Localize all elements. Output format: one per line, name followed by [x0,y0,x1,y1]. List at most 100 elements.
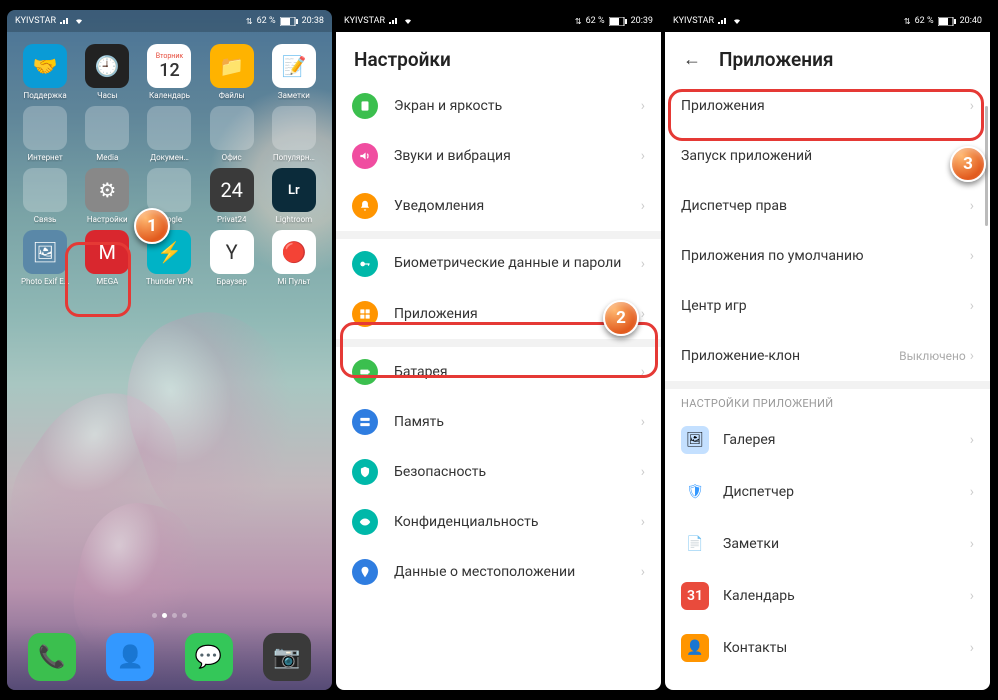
app-icon-Mi Пульт[interactable]: 🔴 Mi Пульт [264,230,324,286]
setting-row-shield[interactable]: Безопасность› [336,447,661,497]
phone-screenshot-1: KYIVSTAR ⇅62 %20:38 🤝Поддержка🕘ЧасыВторн… [7,10,332,690]
setting-row-location[interactable]: Данные о местоположении› [336,547,661,597]
app-glyph[interactable]: Вторник12 [147,44,191,88]
chevron-right-icon: › [970,588,974,604]
app-label: Thunder VPN [146,277,193,286]
app-glyph[interactable]: ⚙ [85,168,129,212]
wifi-icon [732,17,742,25]
contacts-app[interactable]: 👤 [106,633,154,681]
setting-row-key[interactable]: Биометрические данные и пароли› [336,239,661,289]
battery-percent: 62 % [586,16,605,26]
messages-app[interactable]: 💬 [185,633,233,681]
dot [172,613,177,618]
status-bar: KYIVSTAR ⇅62 %20:39 [336,10,661,32]
app-glyph[interactable] [23,106,67,150]
app-glyph[interactable]: 🔴 [272,230,316,274]
app-glyph[interactable]: 📝 [272,44,316,88]
app-glyph[interactable]: 🕘 [85,44,129,88]
chevron-right-icon: › [641,198,645,214]
app-icon-Браузер[interactable]: YБраузер [202,230,262,286]
status-bar: KYIVSTAR ⇅62 %20:40 [665,10,990,32]
row-label: Диспетчер [723,484,970,500]
app-setting-row[interactable]: Приложение-клонВыключено› [665,331,990,381]
app-icon-Media[interactable]: Media [77,106,137,162]
app-icon-Связь[interactable]: Связь [15,168,75,224]
battery-icon [609,17,627,26]
page-title: Настройки [336,32,661,81]
app-icon-Lightroom[interactable]: LrLightroom [264,168,324,224]
camera-app[interactable]: 📷 [263,633,311,681]
app-icon: 31 [681,582,709,610]
app-row[interactable]: 📄Заметки› [665,518,990,570]
chevron-right-icon: › [641,414,645,430]
app-icon-Файлы[interactable]: 📁 Файлы [202,44,262,100]
app-icon-Заметки[interactable]: 📝Заметки [264,44,324,100]
app-setting-row[interactable]: Диспетчер прав› [665,181,990,231]
setting-row-bell[interactable]: Уведомления› [336,181,661,231]
row-label: Память [394,414,641,430]
app-glyph[interactable] [210,106,254,150]
battery-percent: 62 % [257,16,276,26]
step-badge-2: 2 [603,300,639,336]
row-label: Уведомления [394,198,641,214]
app-icon-Офис[interactable]: Офис [202,106,262,162]
phone-app[interactable]: 📞 [28,633,76,681]
highlight-apps-submenu [668,89,984,141]
app-glyph[interactable]: Y [210,230,254,274]
app-setting-row[interactable]: Приложения по умолчанию› [665,231,990,281]
app-icon-Интернет[interactable]: Интернет [15,106,75,162]
apps-list[interactable]: Приложения›Запуск приложений›Диспетчер п… [665,81,990,690]
status-bar: KYIVSTAR ⇅62 %20:38 [7,10,332,32]
app-label: Докумен… [150,153,189,162]
app-glyph[interactable]: 🤝 [23,44,67,88]
app-row[interactable]: 🖼Галерея› [665,414,990,466]
app-glyph[interactable] [272,106,316,150]
section-title: НАСТРОЙКИ ПРИЛОЖЕНИЙ [665,389,990,414]
app-glyph[interactable]: 📁 [210,44,254,88]
setting-row-storage[interactable]: Память› [336,397,661,447]
app-icon-Настройки[interactable]: ⚙Настройки [77,168,137,224]
location-icon [352,559,378,585]
app-row[interactable]: 🛡Диспетчер› [665,466,990,518]
chevron-right-icon: › [970,348,974,364]
chevron-right-icon: › [641,306,645,322]
battery-icon [938,17,956,26]
app-setting-row[interactable]: Центр игр› [665,281,990,331]
app-glyph[interactable]: 24 [210,168,254,212]
app-icon-Популярн…[interactable]: Популярн… [264,106,324,162]
app-row[interactable]: 👤Контакты› [665,622,990,674]
app-glyph[interactable]: Lr [272,168,316,212]
app-icon-Поддержка[interactable]: 🤝Поддержка [15,44,75,100]
battery-icon [280,17,298,26]
dock: 📞 👤 💬 📷 [7,624,332,690]
app-row[interactable]: 31Календарь› [665,570,990,622]
app-icon-Докумен…[interactable]: Докумен… [139,106,199,162]
page-indicator [7,613,332,618]
app-icon-Часы[interactable]: 🕘Часы [77,44,137,100]
app-glyph[interactable] [147,168,191,212]
app-glyph[interactable]: 🖼 [23,230,67,274]
chevron-right-icon: › [970,640,974,656]
row-label: Экран и яркость [394,98,641,114]
setting-row-display[interactable]: Экран и яркость› [336,81,661,131]
app-icon: 📄 [681,530,709,558]
app-icon: 🖼 [681,426,709,454]
row-label: Диспетчер прав [681,198,970,214]
setting-row-eye[interactable]: Конфиденциальность› [336,497,661,547]
back-button[interactable]: ← [683,49,701,70]
chevron-right-icon: › [970,298,974,314]
app-label: Файлы [219,91,245,100]
row-label: Заметки [723,536,970,552]
app-icon-Календарь[interactable]: Вторник12Календарь [139,44,199,100]
chevron-right-icon: › [970,248,974,264]
app-glyph[interactable] [147,106,191,150]
app-label: Популярн… [273,153,315,162]
battery-percent: 62 % [915,16,934,26]
app-label: Mi Пульт [278,277,311,286]
app-glyph[interactable] [23,168,67,212]
settings-list[interactable]: Экран и яркость›Звуки и вибрация›Уведомл… [336,81,661,690]
setting-row-sound[interactable]: Звуки и вибрация› [336,131,661,181]
row-label: Биометрические данные и пароли [394,255,641,273]
app-glyph[interactable] [85,106,129,150]
app-icon-Privat24[interactable]: 24Privat24 [202,168,262,224]
